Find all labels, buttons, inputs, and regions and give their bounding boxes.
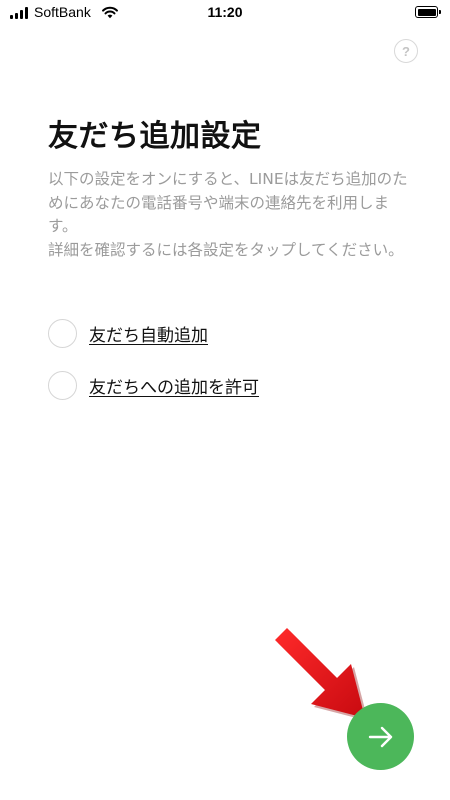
option-label[interactable]: 友だちへの追加を許可 [89, 373, 259, 398]
clock: 11:20 [207, 4, 243, 20]
battery-icon [415, 6, 441, 18]
description-text: 以下の設定をオンにすると、LINEは友だち追加のためにあなたの電話番号や端末の連… [48, 170, 408, 235]
settings-options: 友だち自動追加 友だちへの追加を許可 [48, 316, 408, 420]
question-mark-icon: ? [402, 43, 410, 59]
option-allow-others-to-add[interactable]: 友だちへの追加を許可 [48, 368, 408, 403]
radio-circle-icon[interactable] [48, 319, 77, 348]
radio-circle-icon[interactable] [48, 371, 77, 400]
description-hint: 詳細を確認するには各設定をタップしてください。 [48, 240, 404, 259]
option-label[interactable]: 友だち自動追加 [89, 321, 208, 346]
description: 以下の設定をオンにすると、LINEは友だち追加のためにあなたの電話番号や端末の連… [48, 168, 408, 262]
status-bar: SoftBank 11:20 [0, 0, 450, 26]
option-auto-add-friends[interactable]: 友だち自動追加 [48, 316, 408, 351]
next-button[interactable] [347, 703, 414, 770]
page-title: 友だち追加設定 [48, 119, 262, 154]
arrow-right-icon [368, 726, 392, 747]
help-button[interactable]: ? [394, 39, 418, 63]
